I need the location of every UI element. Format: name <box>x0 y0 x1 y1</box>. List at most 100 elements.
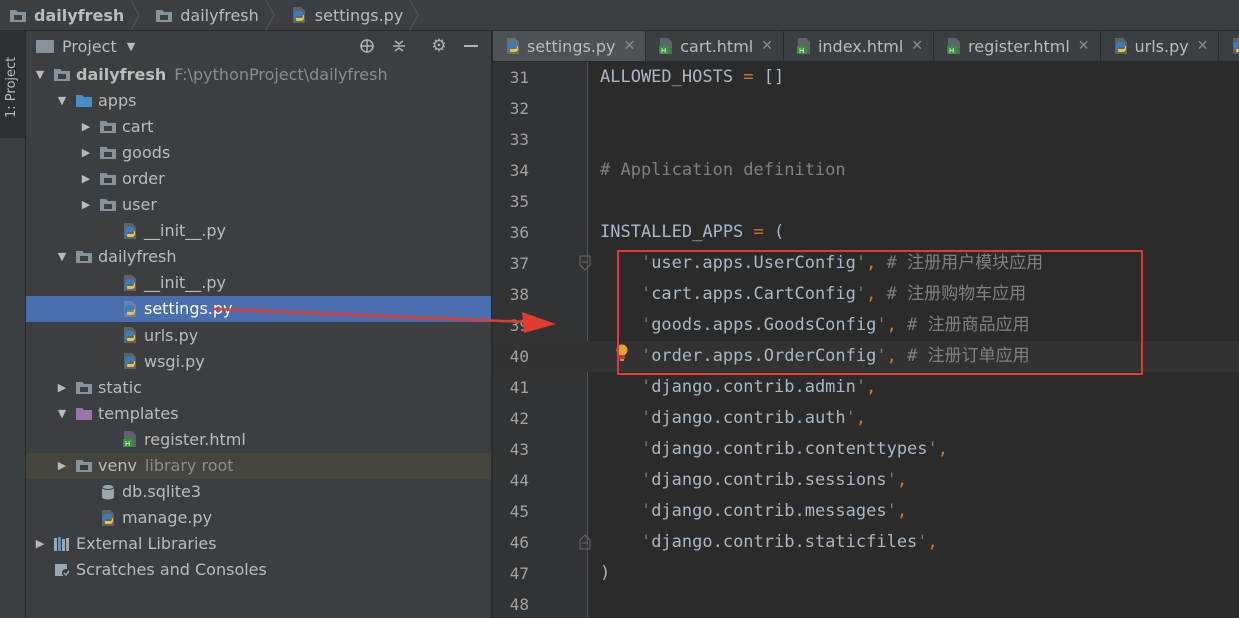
expanded-arrow-icon[interactable]: ▼ <box>54 244 70 270</box>
line-number: 35 <box>509 192 529 211</box>
tree-item[interactable]: ▶ order <box>26 165 491 191</box>
breadcrumb-separator-icon <box>409 0 419 30</box>
breadcrumb-separator-icon <box>130 0 140 30</box>
tree-item-label: templates <box>98 403 179 423</box>
tree-item[interactable]: Scratches and Consoles <box>26 557 491 583</box>
line-number: 40 <box>509 347 529 366</box>
collapsed-arrow-icon[interactable]: ▶ <box>78 139 94 165</box>
code-token: , <box>937 439 949 459</box>
line-number: 34 <box>509 161 529 180</box>
folder-icon <box>98 168 118 188</box>
tree-item[interactable]: __init__.py <box>26 270 491 296</box>
annotation-highlight-box <box>617 250 1143 375</box>
editor-tab[interactable]: urls.py ✕ <box>1101 31 1220 61</box>
chevron-down-icon[interactable]: ▼ <box>127 40 135 53</box>
project-tool-label[interactable]: 1: Project <box>4 57 19 118</box>
breadcrumb-item[interactable]: dailyfresh <box>146 0 281 30</box>
code-line: 31 ALLOWED_HOSTS = [] <box>493 62 1239 93</box>
close-icon[interactable]: ✕ <box>1078 38 1090 54</box>
close-icon[interactable]: ✕ <box>624 38 636 54</box>
code-text: INSTALLED_APPS = ( <box>600 217 784 248</box>
python-file-icon <box>120 299 140 319</box>
editor-tab[interactable]: Hregister.html ✕ <box>934 31 1101 61</box>
code-line: 41 'django.contrib.admin', <box>493 372 1239 403</box>
hide-panel-icon[interactable] <box>461 36 481 56</box>
code-token: ' <box>886 470 897 490</box>
crosshair-icon[interactable] <box>357 36 377 56</box>
tree-item[interactable]: ▶ user <box>26 192 491 218</box>
annotation-arrow-icon <box>213 307 556 333</box>
line-number: 36 <box>509 223 529 242</box>
fold-marker-icon[interactable] <box>579 255 591 271</box>
tree-item[interactable]: db.sqlite3 <box>26 479 491 505</box>
expanded-arrow-icon[interactable]: ▼ <box>32 61 48 87</box>
code-token: [] <box>753 67 785 87</box>
python-file-icon <box>120 273 140 293</box>
python-file-icon <box>289 5 309 25</box>
code-line: 32 <box>493 93 1239 124</box>
breadcrumb-item[interactable]: settings.py <box>281 0 426 30</box>
code-line: 47) <box>493 558 1239 589</box>
collapsed-arrow-icon[interactable]: ▶ <box>54 374 70 400</box>
tree-item[interactable]: __init__.py <box>26 218 491 244</box>
tree-item-label: venv <box>98 456 137 475</box>
svg-text:H: H <box>661 47 666 55</box>
collapsed-arrow-icon[interactable]: ▶ <box>78 165 94 191</box>
collapsed-arrow-icon[interactable]: ▶ <box>78 113 94 139</box>
tree-item[interactable]: ▶ static <box>26 374 491 400</box>
tree-item[interactable]: ▼ templates <box>26 400 491 426</box>
tree-item[interactable]: ▶ goods <box>26 139 491 165</box>
folder-icon <box>74 377 94 397</box>
code-line: 46 'django.contrib.staticfiles', <box>493 527 1239 558</box>
expanded-arrow-icon[interactable]: ▼ <box>54 400 70 426</box>
tree-item-label: dailyfresh <box>76 64 167 84</box>
line-number: 48 <box>509 595 529 614</box>
code-line: 45 'django.contrib.messages', <box>493 496 1239 527</box>
tree-item[interactable]: ▶ venv library root <box>26 452 491 479</box>
panel-title[interactable]: Project <box>62 37 117 56</box>
tree-item-label: dailyfresh <box>98 247 177 267</box>
collapse-all-icon[interactable] <box>389 36 409 56</box>
tree-item-label: __init__.py <box>144 273 227 293</box>
code-token: = <box>753 222 764 242</box>
line-number: 32 <box>509 99 529 118</box>
collapsed-arrow-icon[interactable]: ▶ <box>54 453 70 479</box>
tree-item[interactable]: ▼ apps <box>26 87 491 113</box>
collapsed-arrow-icon[interactable]: ▶ <box>78 192 94 218</box>
editor-tab[interactable]: views <box>1219 31 1239 61</box>
folder-icon <box>74 247 94 267</box>
close-icon[interactable]: ✕ <box>1197 38 1209 54</box>
expanded-arrow-icon[interactable]: ▼ <box>54 87 70 113</box>
editor-tab[interactable]: Hindex.html ✕ <box>784 31 935 61</box>
editor-tab[interactable]: settings.py ✕ <box>493 31 647 61</box>
editor-tab[interactable]: Hcart.html ✕ <box>646 31 784 61</box>
line-number: 44 <box>509 471 529 490</box>
gear-icon[interactable]: ⚙ <box>429 36 449 56</box>
collapsed-arrow-icon[interactable]: ▶ <box>32 531 48 557</box>
tree-item[interactable]: manage.py <box>26 505 491 531</box>
tree-item[interactable]: ▼ dailyfresh F:\pythonProject\dailyfresh <box>26 61 491 87</box>
close-icon[interactable]: ✕ <box>911 38 923 54</box>
libraries-icon <box>52 534 72 554</box>
code-token: ' <box>600 377 652 397</box>
line-number: 43 <box>509 440 529 459</box>
folder-icon <box>8 5 28 25</box>
tree-item[interactable]: ▶ cart <box>26 113 491 139</box>
folder-icon <box>74 456 94 476</box>
breadcrumb-item[interactable]: dailyfresh <box>0 0 146 30</box>
tree-item-hint: library root <box>144 456 234 475</box>
tree-item-label: urls.py <box>144 325 199 345</box>
tree-item-hint: F:\pythonProject\dailyfresh <box>174 64 388 84</box>
fold-marker-icon[interactable] <box>579 534 591 550</box>
tab-label: cart.html <box>680 36 754 56</box>
tree-item-label: static <box>98 377 142 397</box>
tree-item[interactable]: ▼ dailyfresh <box>26 244 491 270</box>
tree-item[interactable]: Hregister.html <box>26 426 491 452</box>
tree-item[interactable]: ▶ External Libraries <box>26 531 491 557</box>
tree-item[interactable]: wsgi.py <box>26 348 491 374</box>
code-line: 34 # Application definition <box>493 155 1239 186</box>
close-icon[interactable]: ✕ <box>761 38 773 54</box>
